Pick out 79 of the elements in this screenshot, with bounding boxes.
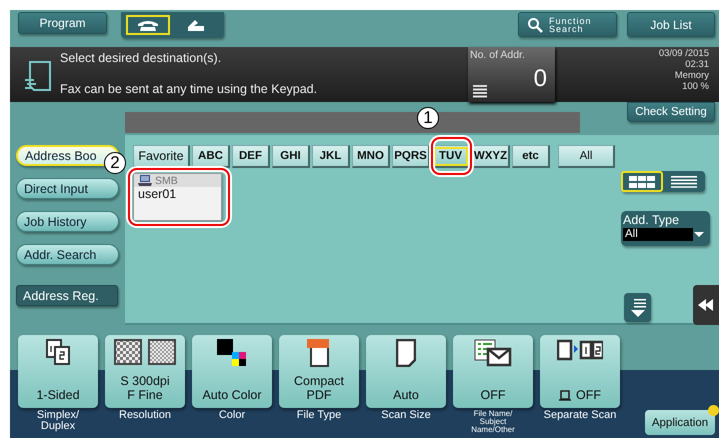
list-down-icon — [630, 298, 646, 318]
setting-value: Auto — [393, 388, 419, 402]
application-button[interactable]: Application — [645, 410, 715, 435]
setting-label: Scan Size — [381, 410, 431, 421]
address-count-value: 0 — [534, 65, 547, 93]
search-icon — [527, 16, 543, 32]
dropdown-label: Add. Type — [623, 213, 680, 227]
setting-value: S 300dpi F Fine — [120, 374, 170, 402]
nav-button[interactable]: Addr. Search — [16, 244, 119, 265]
document-fax-icon — [22, 60, 54, 94]
address-type-dropdown[interactable]: Add. Type All — [621, 211, 710, 246]
telephone-icon — [137, 19, 159, 31]
grid-icon — [629, 176, 655, 188]
setting-button[interactable]: Auto Color — [192, 335, 272, 408]
nav-button[interactable]: Direct Input — [16, 178, 119, 199]
index-tab[interactable]: Favorite — [133, 145, 190, 168]
notification-dot — [708, 405, 719, 416]
setting-button[interactable]: Compact PDF — [279, 335, 359, 408]
setting-label: Resolution — [119, 410, 171, 421]
computer-icon — [138, 175, 152, 186]
list-icon — [473, 84, 487, 98]
function-search-button[interactable]: Function Search — [518, 12, 617, 37]
page-icon — [396, 339, 416, 367]
setting-label: File Name/ Subject Name/Other — [471, 410, 515, 434]
index-tab[interactable]: DEF — [232, 145, 270, 168]
checkered-squares-icon — [114, 339, 176, 365]
time-text: 02:31 — [685, 59, 709, 70]
pdf-document-icon — [307, 339, 331, 367]
check-setting-button[interactable]: Check Setting — [627, 102, 715, 122]
mode-tab[interactable] — [126, 15, 170, 35]
address-type-label: SMB — [155, 174, 178, 186]
nav-button[interactable]: Address Reg. — [16, 285, 118, 306]
setting-value: Compact PDF — [294, 374, 344, 402]
handset-icon — [186, 18, 206, 32]
program-button[interactable]: Program — [18, 12, 107, 34]
setting-label: Simplex/ Duplex — [36, 410, 80, 432]
index-tab[interactable]: GHI — [272, 145, 310, 168]
message-text: Select desired destination(s). — [60, 51, 222, 65]
address-count-label: No. of Addr. — [470, 49, 525, 61]
setting-label: File Type — [296, 410, 342, 421]
setting-label: Color — [218, 410, 246, 421]
job-list-button[interactable]: Job List — [627, 12, 715, 37]
caret-icon — [693, 231, 705, 238]
setting-value: Auto Color — [202, 388, 262, 402]
date-text: 03/09 /2015 — [658, 48, 709, 59]
setting-button[interactable]: S 300dpi F Fine — [105, 335, 185, 408]
setting-value: 1-Sided — [36, 388, 80, 402]
setting-button[interactable]: 1-Sided — [18, 335, 98, 408]
pages-icon — [46, 339, 70, 365]
double-arrow-icon — [698, 299, 714, 311]
view-mode-button[interactable] — [621, 171, 663, 192]
index-tab[interactable]: MNO — [352, 145, 390, 168]
split-pages-icon — [557, 339, 603, 363]
color-squares-icon — [217, 339, 247, 369]
setting-label: Separate Scan — [544, 410, 616, 421]
address-card[interactable]: SMB user01 — [133, 173, 222, 221]
index-tab[interactable]: ABC — [192, 145, 230, 168]
scroll-down-button[interactable] — [624, 293, 651, 322]
index-tab[interactable]: etc — [512, 145, 550, 168]
collapse-tab[interactable] — [693, 285, 719, 325]
page-icon — [559, 390, 571, 400]
index-tab[interactable]: All — [558, 145, 615, 168]
setting-value: OFF — [480, 388, 506, 402]
memory-value: 100 % — [682, 81, 709, 92]
index-tab[interactable]: JKL — [312, 145, 350, 168]
index-tab[interactable]: PQRS — [392, 145, 430, 168]
index-tab[interactable]: WXYZ — [472, 145, 510, 168]
list-icon — [671, 176, 697, 188]
message-text: Fax can be sent at any time using the Keypad. — [60, 82, 318, 96]
nav-button[interactable]: Job History — [16, 211, 119, 232]
list-envelope-icon — [474, 339, 512, 367]
setting-button[interactable]: Auto — [366, 335, 446, 408]
dropdown-value: All — [623, 228, 693, 241]
address-name: user01 — [137, 187, 178, 201]
setting-button[interactable]: OFF — [540, 335, 620, 408]
setting-button[interactable]: OFF — [453, 335, 533, 408]
setting-value: OFF — [576, 388, 601, 402]
highlight-outline — [431, 137, 472, 175]
memory-label: Memory — [674, 70, 709, 81]
